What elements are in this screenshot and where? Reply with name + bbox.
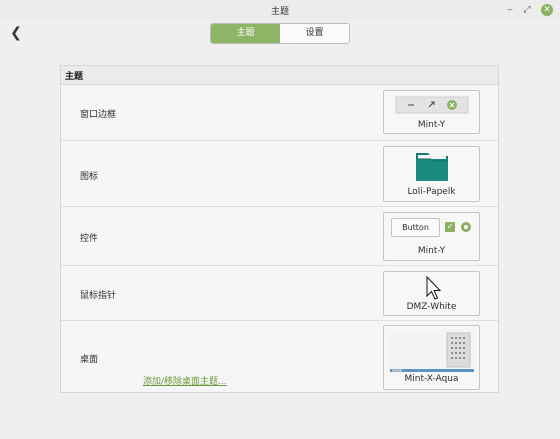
back-arrow-icon[interactable]: ❮ xyxy=(9,25,23,41)
cursor-arrow-icon xyxy=(426,275,442,300)
section-header: 主题 xyxy=(61,66,498,85)
minimize-icon[interactable]: ‒ xyxy=(503,3,517,17)
row-desktop: 桌面 Mint-X-Aqua 添加/移除桌面主题... xyxy=(61,321,498,394)
tab-switcher: 主题 设置 xyxy=(210,23,350,44)
row-icons: 图标 Loli-Papelk xyxy=(61,141,498,207)
desktop-theme-button[interactable]: Mint-X-Aqua xyxy=(383,325,480,390)
theme-name: Mint-Y xyxy=(417,120,446,130)
title-bar: 主题 ‒ ⤢ ✕ xyxy=(0,0,560,20)
tab-settings[interactable]: 设置 xyxy=(280,24,349,43)
theme-name: Mint-X-Aqua xyxy=(404,374,459,384)
checkbox-preview-icon: ✓ xyxy=(445,222,455,232)
tab-themes[interactable]: 主题 xyxy=(211,24,280,43)
add-remove-desktop-themes-link[interactable]: 添加/移除桌面主题... xyxy=(143,374,227,387)
row-label: 鼠标指针 xyxy=(80,291,117,301)
icon-theme-button[interactable]: Loli-Papelk xyxy=(383,146,480,202)
row-cursor: 鼠标指针 DMZ-White xyxy=(61,266,498,321)
themes-panel: 主题 窗口边框 Mint-Y 图标 Loli-Papelk 控件 Button … xyxy=(60,65,499,393)
theme-name: Loli-Papelk xyxy=(407,187,456,197)
row-window-borders: 窗口边框 Mint-Y xyxy=(61,85,498,141)
controls-theme-button[interactable]: Button ✓ Mint-Y xyxy=(383,212,480,261)
section-title: 主题 xyxy=(65,72,84,82)
cursor-theme-button[interactable]: DMZ-White xyxy=(383,271,480,316)
row-label: 窗口边框 xyxy=(80,110,117,120)
desktop-preview-image xyxy=(390,330,474,372)
row-label: 控件 xyxy=(80,234,99,244)
row-label: 桌面 xyxy=(80,355,99,365)
row-controls: 控件 Button ✓ Mint-Y xyxy=(61,207,498,266)
preview-button: Button xyxy=(391,218,440,237)
theme-name: DMZ-White xyxy=(406,302,457,312)
theme-name: Mint-Y xyxy=(417,246,446,256)
radio-preview-icon xyxy=(461,222,471,232)
close-icon[interactable]: ✕ xyxy=(541,4,553,16)
restore-icon[interactable]: ⤢ xyxy=(520,3,534,17)
window-title: 主题 xyxy=(270,7,289,17)
row-label: 图标 xyxy=(80,172,99,182)
window-controls-preview xyxy=(395,96,469,114)
window-border-theme-button[interactable]: Mint-Y xyxy=(383,90,480,134)
folder-icon xyxy=(416,153,448,181)
